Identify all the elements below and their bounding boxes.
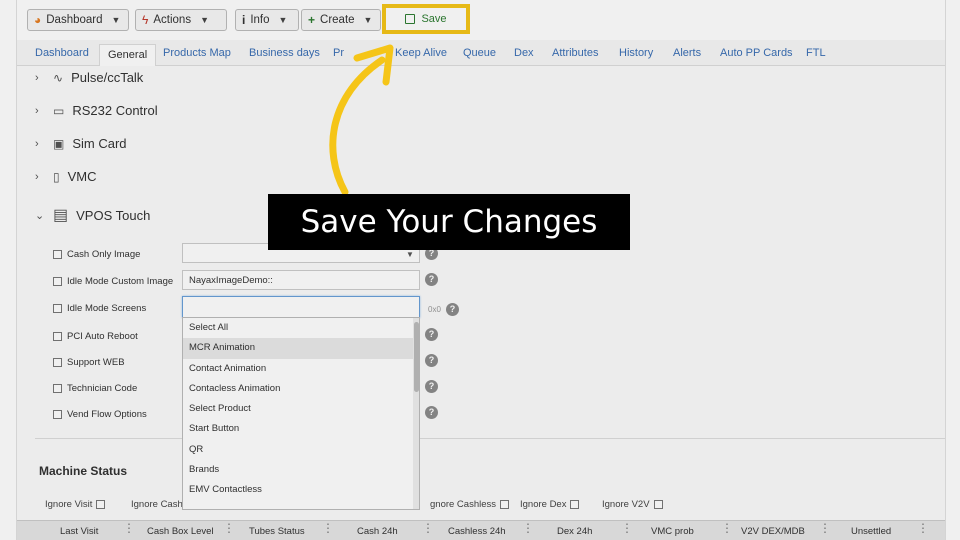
save-changes-callout: Save Your Changes	[268, 194, 630, 250]
curved-arrow-icon	[329, 44, 394, 196]
app-screen: ◕ Dashboard ▼ ϟ Actions ▼ i Info ▼ + Cre…	[0, 0, 960, 540]
